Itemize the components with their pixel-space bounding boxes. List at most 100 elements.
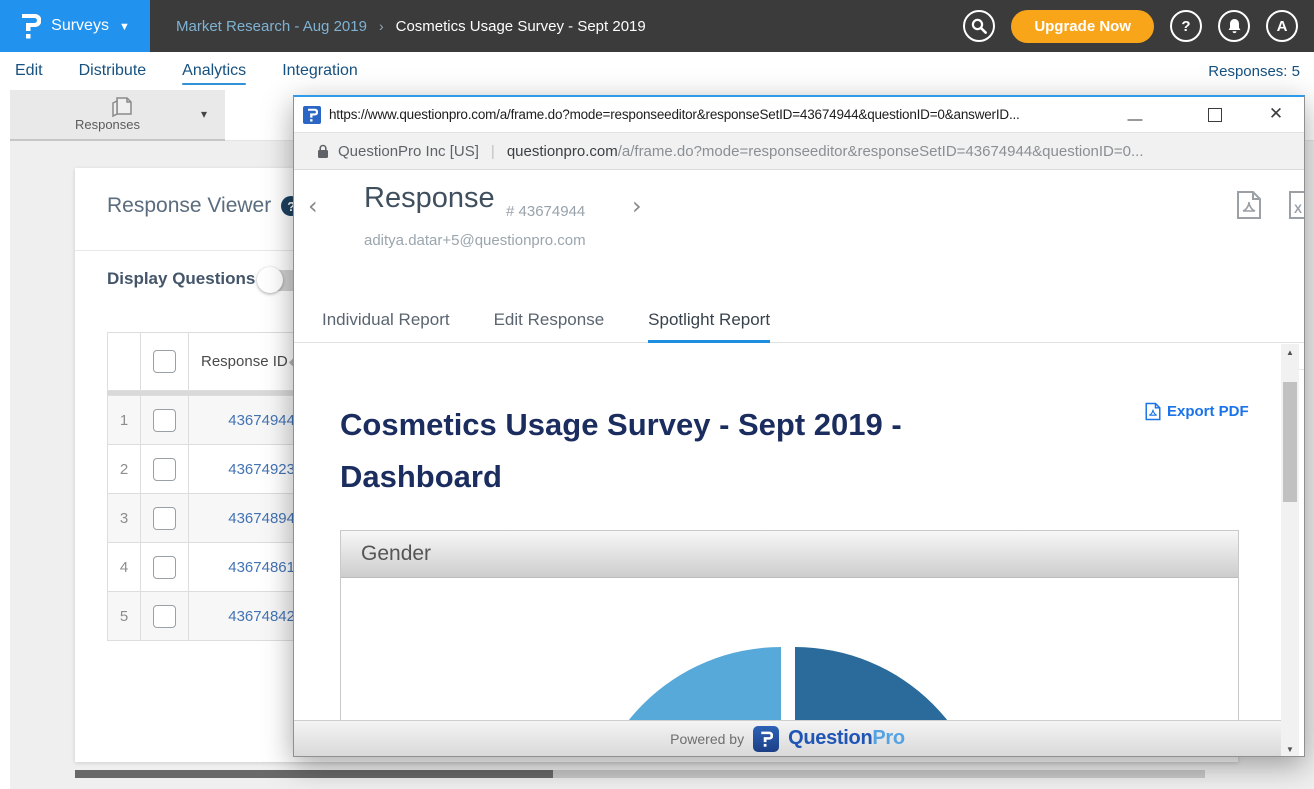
- header-cell-blank: [108, 333, 141, 391]
- row-checkbox-cell: [141, 592, 189, 641]
- row-checkbox-cell: [141, 396, 189, 445]
- row-number: 1: [108, 396, 141, 445]
- top-bar: Surveys ▼ Market Research - Aug 2019 › C…: [0, 0, 1314, 52]
- window-minimize-button[interactable]: —: [1122, 111, 1148, 128]
- nav-tab-distribute[interactable]: Distribute: [79, 62, 147, 80]
- download-excel-icon[interactable]: X: [1288, 190, 1305, 220]
- export-pdf-label: Export PDF: [1167, 403, 1249, 420]
- horizontal-scrollbar-track[interactable]: [75, 770, 1205, 778]
- search-button[interactable]: [963, 10, 995, 42]
- next-response-button[interactable]: ›: [632, 192, 642, 220]
- responses-dropdown-button[interactable]: Responses ▾: [10, 90, 225, 141]
- breadcrumb-current-survey: Cosmetics Usage Survey - Sept 2019: [396, 18, 646, 35]
- gender-section-header: Gender: [341, 531, 1238, 578]
- display-questions-label: Display Questions: [107, 269, 255, 289]
- left-edge-strip: [0, 90, 10, 789]
- toggle-knob: [257, 267, 283, 293]
- nav-tab-integration[interactable]: Integration: [282, 62, 358, 80]
- responses-toolbar-label: Responses: [10, 117, 205, 132]
- tab-spotlight-report[interactable]: Spotlight Report: [648, 297, 770, 343]
- chevron-down-icon[interactable]: ▾: [201, 107, 207, 121]
- wordmark-pro: Pro: [872, 727, 904, 749]
- nav-tab-edit[interactable]: Edit: [15, 62, 43, 80]
- response-editor-popup: https://www.questionpro.com/a/frame.do?m…: [293, 95, 1305, 757]
- screen: Surveys ▼ Market Research - Aug 2019 › C…: [0, 0, 1314, 789]
- account-avatar[interactable]: A: [1266, 10, 1298, 42]
- response-id-link[interactable]: 43674861: [189, 543, 301, 592]
- spotlight-report-content: Export PDF Cosmetics Usage Survey - Sept…: [294, 344, 1281, 757]
- select-all-checkbox[interactable]: [153, 350, 176, 373]
- row-number: 4: [108, 543, 141, 592]
- wordmark-question: Question: [788, 727, 872, 749]
- row-checkbox[interactable]: [153, 556, 176, 579]
- scroll-down-arrow[interactable]: ▼: [1281, 741, 1299, 757]
- product-label: Surveys: [51, 17, 109, 35]
- row-checkbox-cell: [141, 494, 189, 543]
- header-cell-select-all: [141, 333, 189, 391]
- export-pdf-icon: [1145, 402, 1161, 421]
- url-path: /a/frame.do?mode=responseeditor&response…: [618, 143, 1144, 160]
- row-checkbox-cell: [141, 543, 189, 592]
- response-number: # 43674944: [506, 203, 585, 220]
- responses-count: Responses: 5: [1208, 63, 1300, 80]
- responses-pages-icon: [108, 94, 134, 118]
- breadcrumb-separator: ›: [379, 18, 384, 34]
- topbar-actions: Upgrade Now ? A: [963, 10, 1314, 43]
- breadcrumb: Market Research - Aug 2019 › Cosmetics U…: [176, 18, 646, 35]
- download-pdf-icon[interactable]: [1236, 190, 1262, 220]
- powered-by-footer: Powered by QuestionPro: [294, 720, 1281, 756]
- search-icon: [971, 18, 987, 34]
- url-domain[interactable]: questionpro.com: [507, 143, 618, 160]
- response-id-link[interactable]: 43674842: [189, 592, 301, 641]
- tab-edit-response[interactable]: Edit Response: [494, 297, 605, 343]
- row-number: 2: [108, 445, 141, 494]
- lock-icon: [317, 144, 329, 159]
- tab-individual-report[interactable]: Individual Report: [322, 297, 450, 343]
- row-checkbox[interactable]: [153, 605, 176, 628]
- svg-text:X: X: [1294, 202, 1302, 216]
- upgrade-now-button[interactable]: Upgrade Now: [1011, 10, 1154, 43]
- bell-icon: [1227, 18, 1242, 34]
- nav-tab-analytics[interactable]: Analytics: [182, 62, 246, 80]
- vertical-scrollbar-track[interactable]: ▲ ▼: [1281, 344, 1299, 757]
- row-checkbox[interactable]: [153, 507, 176, 530]
- popup-title-bar[interactable]: https://www.questionpro.com/a/frame.do?m…: [294, 97, 1304, 133]
- scroll-up-arrow[interactable]: ▲: [1281, 344, 1299, 360]
- response-id-link[interactable]: 43674944: [189, 396, 301, 445]
- response-id-link[interactable]: 43674923: [189, 445, 301, 494]
- row-checkbox[interactable]: [153, 409, 176, 432]
- product-switcher[interactable]: Surveys ▼: [0, 0, 150, 52]
- security-org-label[interactable]: QuestionPro Inc [US]: [338, 143, 479, 160]
- popup-tabs: Individual Report Edit Response Spotligh…: [294, 297, 1304, 343]
- window-maximize-button[interactable]: [1208, 108, 1222, 122]
- breadcrumb-folder-link[interactable]: Market Research - Aug 2019: [176, 18, 367, 35]
- header-cell-response-id[interactable]: Response ID ⬥: [189, 333, 301, 391]
- response-header: ‹ Response # 43674944 › aditya.datar+5@q…: [294, 170, 1304, 297]
- window-close-button[interactable]: ✕: [1264, 104, 1288, 124]
- questionpro-wordmark: QuestionPro: [788, 727, 905, 750]
- vertical-scrollbar-thumb[interactable]: [1283, 382, 1297, 502]
- previous-response-button[interactable]: ‹: [308, 192, 318, 220]
- export-pdf-link[interactable]: Export PDF: [1145, 402, 1249, 421]
- horizontal-scrollbar-thumb[interactable]: [75, 770, 553, 778]
- response-title: Response: [364, 182, 495, 215]
- security-separator: |: [491, 143, 495, 160]
- row-checkbox-cell: [141, 445, 189, 494]
- questionpro-logo-icon: [20, 13, 41, 39]
- questionpro-favicon: [303, 106, 321, 124]
- row-number: 3: [108, 494, 141, 543]
- respondent-email: aditya.datar+5@questionpro.com: [364, 232, 586, 249]
- survey-nav: Edit Distribute Analytics Integration Re…: [0, 52, 1314, 90]
- page-title: Response Viewer: [107, 194, 271, 218]
- questionpro-logo-icon: [753, 726, 779, 752]
- popup-security-bar: QuestionPro Inc [US] | questionpro.com /…: [294, 133, 1304, 170]
- gender-section-title: Gender: [361, 542, 431, 566]
- response-id-header-label: Response ID: [201, 353, 288, 370]
- help-button[interactable]: ?: [1170, 10, 1202, 42]
- response-id-link[interactable]: 43674894: [189, 494, 301, 543]
- dashboard-heading: Cosmetics Usage Survey - Sept 2019 - Das…: [340, 399, 1000, 503]
- notifications-button[interactable]: [1218, 10, 1250, 42]
- row-number: 5: [108, 592, 141, 641]
- row-checkbox[interactable]: [153, 458, 176, 481]
- chevron-down-icon: ▼: [119, 21, 130, 33]
